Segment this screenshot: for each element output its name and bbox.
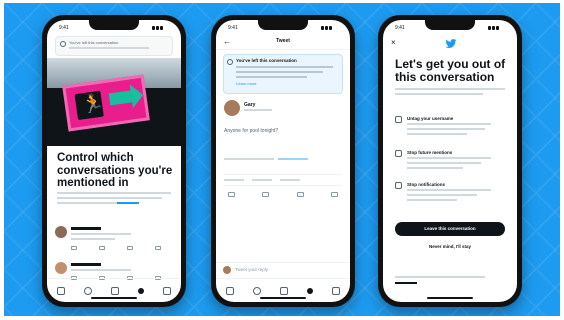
reply-icon[interactable] [71, 246, 77, 250]
phone-screen: 9:41 ← Tweet You've left this conversati… [216, 20, 350, 302]
search-icon[interactable] [83, 286, 92, 295]
top-nav: ← Tweet [216, 36, 350, 50]
leave-conversation-button[interactable]: Leave this conversation [395, 222, 505, 236]
reply-bar[interactable]: Tweet your reply [216, 262, 350, 276]
option-untag[interactable]: Untag your username [395, 116, 507, 144]
spaces-icon[interactable] [138, 287, 145, 294]
top-nav: × [383, 36, 517, 52]
learn-more-link[interactable] [117, 202, 139, 204]
status-bar: 9:41 [228, 25, 338, 33]
phone-mentions-feed: 9:41 You've left this conversation 🏃 Con… [42, 15, 186, 307]
home-indicator [260, 297, 306, 299]
left-conversation-notice: You've left this conversation Learn more [223, 54, 343, 94]
tweet-actions [228, 192, 338, 197]
tweet-text: Anyone for pool tonight? [224, 128, 279, 134]
page-title: Tweet [276, 38, 290, 44]
banner-title: You've left this conversation [69, 40, 119, 45]
info-icon [227, 59, 233, 65]
retweet-icon[interactable] [262, 192, 270, 197]
like-icon[interactable] [127, 246, 133, 250]
option-label: Stop future mentions [407, 150, 453, 155]
promo-background: 9:41 You've left this conversation 🏃 Con… [4, 3, 560, 316]
block-mention-icon [395, 150, 402, 157]
mail-icon[interactable] [332, 286, 341, 295]
status-bar: 9:41 [395, 25, 505, 33]
share-icon[interactable] [330, 192, 338, 197]
share-icon[interactable] [155, 246, 161, 250]
learn-more-link[interactable]: Learn more [236, 81, 338, 86]
status-time: 9:41 [59, 25, 69, 31]
option-stop-notifications[interactable]: Stop notifications [395, 182, 507, 210]
phone-tweet-detail: 9:41 ← Tweet You've left this conversati… [211, 15, 355, 307]
exit-sign: 🏃 [62, 74, 150, 132]
status-time: 9:41 [395, 25, 405, 31]
feature-headline: Control which conversations you're menti… [57, 152, 173, 189]
left-conversation-banner[interactable]: You've left this conversation [55, 36, 173, 56]
leave-description [395, 88, 505, 98]
tweet-item[interactable] [55, 226, 173, 256]
stay-button[interactable]: Never mind, I'll stay [383, 244, 517, 249]
phone-screen: 9:41 You've left this conversation 🏃 Con… [47, 20, 181, 302]
signal-icon [487, 26, 505, 31]
author-handle [244, 109, 272, 111]
phone-screen: 9:41 × Let's get you out of this convers… [383, 20, 517, 302]
tweet-source-link[interactable] [278, 158, 308, 160]
status-bar: 9:41 [59, 25, 169, 33]
footer-note [395, 276, 485, 278]
option-label: Stop notifications [407, 182, 445, 187]
mail-icon[interactable] [163, 286, 172, 295]
leave-headline: Let's get you out of this conversation [395, 57, 506, 84]
notice-title: You've left this conversation [236, 58, 297, 63]
tweet-actions [71, 246, 161, 250]
retweet-icon[interactable] [99, 246, 105, 250]
avatar[interactable] [55, 226, 67, 238]
tweet-stats [224, 174, 342, 186]
running-person-icon: 🏃 [80, 92, 106, 117]
like-icon[interactable] [296, 192, 304, 197]
tweet-timestamp [224, 158, 274, 160]
home-icon[interactable] [225, 286, 234, 295]
status-time: 9:41 [228, 25, 238, 31]
close-icon[interactable]: × [391, 38, 396, 47]
signal-icon [151, 26, 169, 31]
feature-description [57, 192, 171, 207]
bell-off-icon [395, 182, 402, 189]
phone-leave-conversation: 9:41 × Let's get you out of this convers… [378, 15, 522, 307]
search-icon[interactable] [252, 286, 261, 295]
avatar [223, 266, 231, 274]
bell-icon[interactable] [279, 286, 288, 295]
home-indicator [427, 297, 473, 299]
reply-input[interactable]: Tweet your reply [235, 267, 268, 272]
exit-sign-illustration: 🏃 [47, 58, 181, 146]
author-name: Gary [244, 102, 256, 108]
home-indicator [91, 297, 137, 299]
bell-icon[interactable] [110, 286, 119, 295]
option-label: Untag your username [407, 116, 454, 121]
tweet-author[interactable]: Gary [224, 100, 342, 120]
avatar[interactable] [224, 100, 240, 116]
arrow-right-icon [108, 90, 133, 106]
spaces-icon[interactable] [307, 287, 314, 294]
reply-icon[interactable] [228, 192, 235, 197]
untag-icon [395, 116, 402, 123]
signal-icon [320, 26, 338, 31]
twitter-bird-icon [445, 39, 457, 49]
option-stop-mentions[interactable]: Stop future mentions [395, 150, 507, 178]
avatar[interactable] [55, 262, 67, 274]
home-icon[interactable] [56, 286, 65, 295]
info-icon [60, 41, 66, 47]
footer-link[interactable] [395, 282, 417, 284]
